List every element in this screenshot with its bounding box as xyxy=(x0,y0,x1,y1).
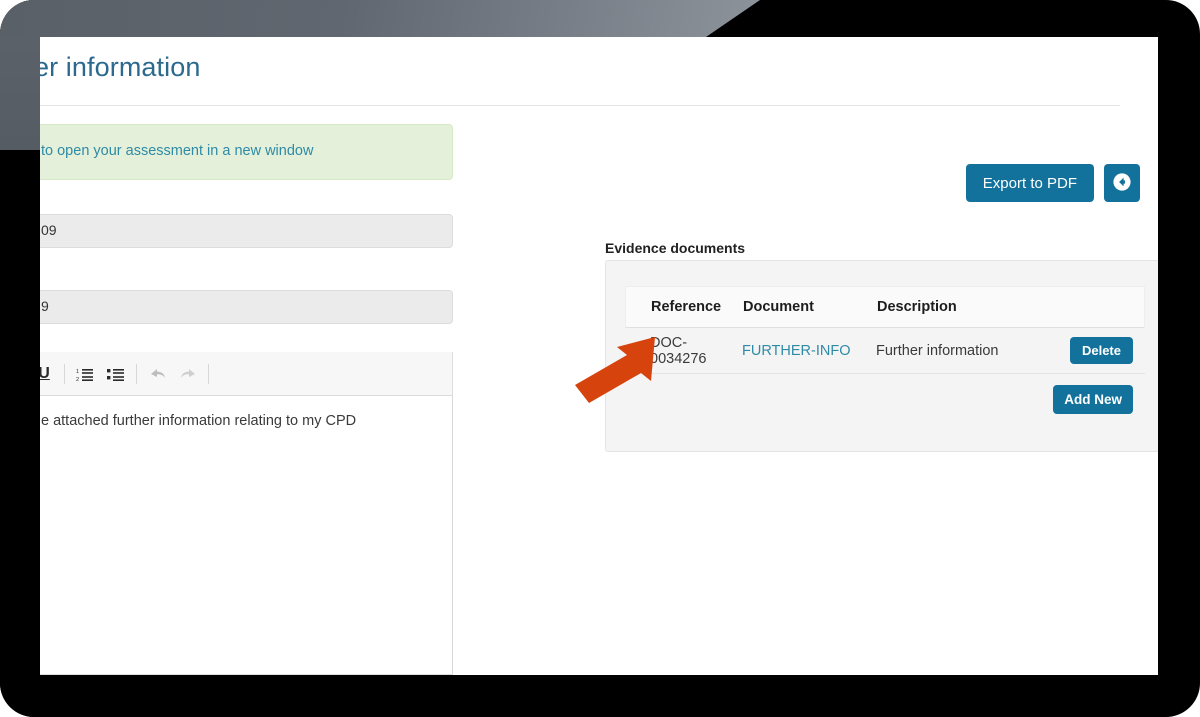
cell-reference: DOC-0034276 xyxy=(650,334,707,367)
toolbar-separator xyxy=(64,364,65,384)
delete-button[interactable]: Delete xyxy=(1069,337,1133,364)
export-to-pdf-button[interactable]: Export to PDF xyxy=(965,164,1094,202)
column-header-description: Description xyxy=(877,299,957,315)
evidence-documents-panel: Reference Document Description DOC-00342… xyxy=(605,260,1158,452)
editor-content-text: e attached further information relating … xyxy=(41,413,357,429)
ordered-list-icon[interactable]: 1 2 xyxy=(72,361,98,387)
document-link[interactable]: FURTHER-INFO xyxy=(742,343,850,359)
cell-actions: Delete xyxy=(1044,337,1145,364)
assessment-alert-link[interactable]: to open your assessment in a new window xyxy=(41,143,313,159)
cell-document: FURTHER-INFO xyxy=(742,343,876,359)
table-row: DOC-0034276 FURTHER-INFO Further informa… xyxy=(625,328,1145,374)
left-column: to open your assessment in a new window … xyxy=(40,105,453,675)
assessment-alert: to open your assessment in a new window xyxy=(40,124,453,180)
page-canvas: er information to open your assessment i… xyxy=(40,37,1158,675)
table-footer: Add New xyxy=(625,374,1145,414)
back-button[interactable] xyxy=(1104,164,1140,202)
undo-icon[interactable] xyxy=(144,361,170,387)
form-field-1-value: 09 xyxy=(41,222,57,238)
form-field-2[interactable]: 9 xyxy=(40,290,453,324)
add-new-button[interactable]: Add New xyxy=(1053,385,1133,414)
toolbar-separator-2 xyxy=(136,364,137,384)
svg-text:1: 1 xyxy=(76,369,79,375)
evidence-documents-label: Evidence documents xyxy=(605,240,746,256)
evidence-documents-table: Reference Document Description DOC-00342… xyxy=(625,286,1145,414)
column-header-document: Document xyxy=(743,299,814,315)
screenshot-root: er information to open your assessment i… xyxy=(0,0,1200,717)
table-header-row: Reference Document Description xyxy=(625,286,1145,328)
top-gray-banner xyxy=(0,0,760,37)
column-header-reference: Reference xyxy=(651,299,722,315)
page-title: er information xyxy=(40,52,201,82)
redo-icon[interactable] xyxy=(175,361,201,387)
underline-icon[interactable]: U xyxy=(40,361,57,387)
toolbar-separator-3 xyxy=(208,364,209,384)
editor-body[interactable]: e attached further information relating … xyxy=(40,396,452,674)
form-field-2-value: 9 xyxy=(41,298,49,314)
svg-text:2: 2 xyxy=(76,377,79,382)
right-column: Export to PDF Evidence documents Referen… xyxy=(453,105,1158,675)
unordered-list-icon[interactable] xyxy=(103,361,129,387)
arrow-circle-left-icon xyxy=(1112,172,1132,195)
rich-text-editor: U 1 2 e attached further information rel… xyxy=(40,352,453,675)
form-field-1[interactable]: 09 xyxy=(40,214,453,248)
column-divider xyxy=(452,395,453,675)
action-bar: Export to PDF xyxy=(965,164,1140,202)
cell-description: Further information xyxy=(876,342,999,359)
editor-toolbar: U 1 2 xyxy=(40,352,452,396)
page-header: er information xyxy=(40,37,1120,106)
